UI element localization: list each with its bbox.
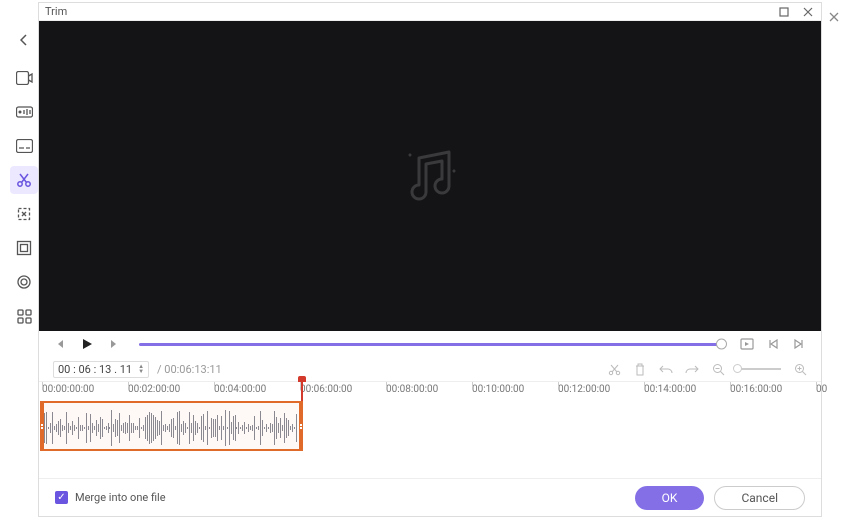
waveform — [44, 407, 299, 449]
window-title: Trim — [45, 5, 67, 18]
watermark-tool-icon[interactable] — [10, 268, 38, 296]
time-value: 00 : 06 : 13 . 11 — [58, 363, 132, 376]
outer-close-button[interactable] — [827, 10, 841, 24]
timeline-tick: 00:06:00:00 — [300, 384, 352, 395]
selection-handle-right[interactable] — [299, 403, 303, 449]
timeline-tick: 00:16:00:00 — [730, 384, 782, 395]
footer: ✓ Merge into one file OK Cancel — [39, 478, 821, 516]
music-note-icon — [395, 146, 465, 206]
timeline-tick: 00:08:00:00 — [386, 384, 438, 395]
skip-start-button[interactable] — [765, 336, 781, 352]
audio-tool-icon[interactable] — [10, 98, 38, 126]
timeline-tick: 00 — [816, 384, 827, 395]
progress-slider[interactable] — [139, 343, 721, 346]
timeline-tick: 00:02:00:00 — [128, 384, 180, 395]
zoom-in-icon[interactable] — [793, 362, 807, 376]
zoom-slider[interactable] — [737, 368, 781, 370]
grid-tool-icon[interactable] — [10, 302, 38, 330]
undo-icon[interactable] — [659, 362, 673, 376]
redo-icon[interactable] — [685, 362, 699, 376]
trim-window: Trim 00 : 06 : 13 . 11 ▲▼ / 00:06 — [38, 2, 822, 517]
total-duration: / 00:06:13:11 — [157, 363, 222, 376]
merge-checkbox-row[interactable]: ✓ Merge into one file — [55, 491, 166, 504]
preview-pane — [39, 21, 821, 331]
crop-tool-icon[interactable] — [10, 200, 38, 228]
timeline-tick: 00:04:00:00 — [214, 384, 266, 395]
time-stepper[interactable]: ▲▼ — [138, 364, 144, 374]
timeline-tick: 00:14:00:00 — [644, 384, 696, 395]
cancel-button[interactable]: Cancel — [714, 486, 805, 510]
zoom-out-icon[interactable] — [711, 362, 725, 376]
progress-handle[interactable] — [716, 339, 727, 350]
maximize-button[interactable] — [777, 5, 791, 19]
transport-bar — [39, 331, 821, 357]
effect-tool-icon[interactable] — [10, 234, 38, 262]
tool-row: 00 : 06 : 13 . 11 ▲▼ / 00:06:13:11 — [39, 357, 821, 381]
next-frame-button[interactable] — [105, 336, 121, 352]
timeline-ruler[interactable]: 00:00:00:00 00:02:00:00 00:04:00:00 00:06:0… — [39, 381, 821, 399]
timeline-tick: 00:10:00:00 — [472, 384, 524, 395]
timeline-tick: 00:12:00:00 — [558, 384, 610, 395]
right-transport — [739, 336, 807, 352]
delete-icon[interactable] — [633, 362, 647, 376]
skip-end-button[interactable] — [791, 336, 807, 352]
merge-checkbox[interactable]: ✓ — [55, 491, 68, 504]
ok-button[interactable]: OK — [635, 486, 705, 510]
subtitle-tool-icon[interactable] — [10, 132, 38, 160]
time-input[interactable]: 00 : 06 : 13 . 11 ▲▼ — [53, 361, 149, 378]
waveform-area[interactable] — [39, 399, 821, 457]
title-controls — [777, 5, 815, 19]
close-button[interactable] — [801, 5, 815, 19]
cut-icon[interactable] — [607, 362, 621, 376]
play-button[interactable] — [79, 336, 95, 352]
merge-label: Merge into one file — [75, 491, 166, 504]
prev-frame-button[interactable] — [53, 336, 69, 352]
trim-tool-icon[interactable] — [10, 166, 38, 194]
zoom-handle[interactable] — [733, 364, 742, 373]
video-tool-icon[interactable] — [10, 64, 38, 92]
titlebar: Trim — [39, 3, 821, 21]
timeline-tick: 00:00:00:00 — [42, 384, 94, 395]
capture-button[interactable] — [739, 336, 755, 352]
